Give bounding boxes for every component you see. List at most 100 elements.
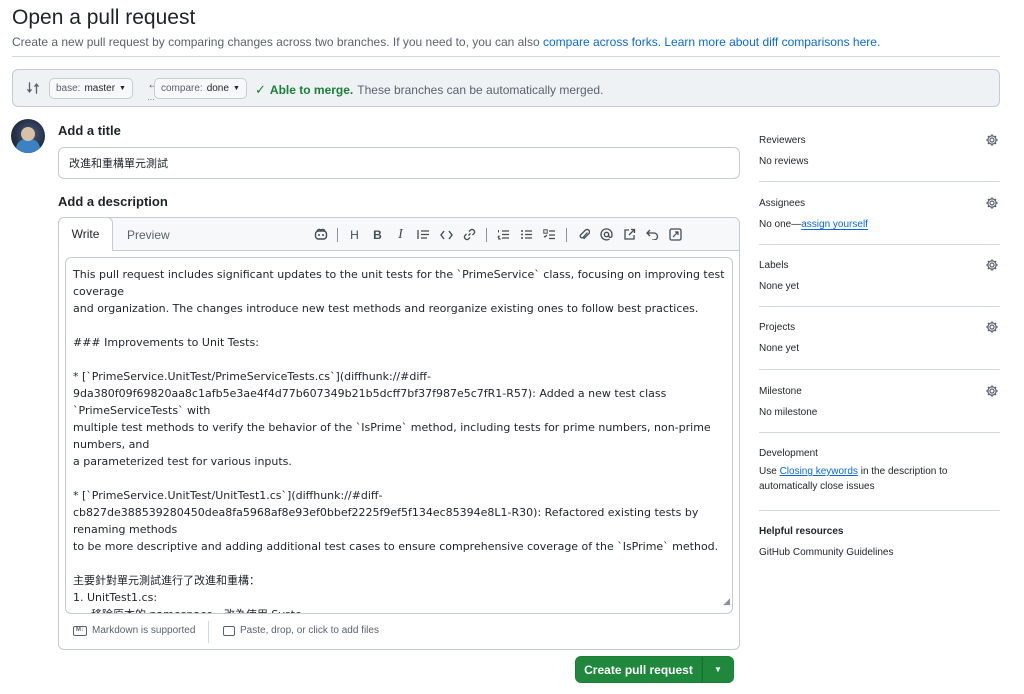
editor-footer: M↓ Markdown is supported Paste, drop, or… — [59, 618, 739, 648]
page-title: Open a pull request — [12, 6, 196, 29]
unordered-list-icon[interactable] — [515, 226, 538, 243]
description-line: - 移除原本的 namespace，改為使用 Syste — [73, 606, 725, 613]
reviewers-label[interactable]: Reviewers — [759, 135, 806, 146]
create-options-dropdown[interactable]: ▼ — [702, 656, 734, 683]
git-compare-icon — [27, 82, 39, 94]
quote-icon[interactable] — [412, 226, 435, 243]
tab-write[interactable]: Write — [58, 217, 113, 251]
sidebar-divider — [759, 306, 1000, 307]
create-pull-request-button[interactable]: Create pull request — [575, 656, 702, 683]
description-line: and organization. The changes introduce … — [73, 302, 699, 315]
markdown-supported-label: Markdown is supported — [92, 625, 196, 636]
markdown-toolbar: H B I — [309, 226, 687, 243]
closing-keywords-link[interactable]: Closing keywords — [780, 466, 858, 477]
resize-handle-icon[interactable]: ◢ — [723, 594, 730, 611]
description-line — [73, 317, 725, 334]
sidebar-divider — [759, 432, 1000, 433]
projects-label[interactable]: Projects — [759, 322, 795, 333]
description-line: * [`PrimeService.UnitTest/PrimeServiceTe… — [73, 370, 431, 383]
learn-more-link[interactable]: Learn more about diff comparisons here. — [664, 35, 880, 49]
description-line: This pull request includes significant u… — [73, 268, 729, 298]
mention-icon[interactable] — [595, 226, 618, 243]
gear-icon[interactable] — [985, 133, 999, 147]
avatar[interactable] — [11, 119, 45, 153]
toolbar-divider — [486, 227, 487, 242]
description-textarea[interactable]: This pull request includes significant u… — [65, 257, 733, 614]
description-line: to be more descriptive and adding additi… — [73, 540, 719, 553]
milestone-label[interactable]: Milestone — [759, 386, 802, 397]
copilot-icon[interactable] — [309, 226, 332, 243]
gear-icon[interactable] — [985, 196, 999, 210]
gear-icon[interactable] — [985, 384, 999, 398]
sidebar-divider — [759, 181, 1000, 182]
undo-icon[interactable] — [641, 226, 664, 243]
gear-icon[interactable] — [985, 320, 999, 334]
reviewers-value: No reviews — [759, 156, 809, 167]
compare-branch-select[interactable]: compare: done ▼ — [154, 78, 247, 99]
description-label: Add a description — [58, 194, 168, 209]
tab-preview[interactable]: Preview — [127, 218, 170, 251]
chevron-down-icon: ▼ — [119, 85, 126, 92]
task-list-icon[interactable] — [538, 226, 561, 243]
description-line: multiple test methods to verify the beha… — [73, 421, 715, 451]
description-line — [73, 555, 725, 572]
assignees-label[interactable]: Assignees — [759, 198, 805, 209]
labels-label[interactable]: Labels — [759, 260, 788, 271]
community-guidelines-link[interactable]: GitHub Community Guidelines — [759, 547, 894, 558]
merge-status-text: These branches can be automatically merg… — [357, 83, 604, 97]
assign-yourself-link[interactable]: assign yourself — [801, 219, 868, 230]
development-prefix: Use — [759, 466, 780, 477]
base-branch-name: master — [84, 83, 116, 94]
description-line: cb827de388539280450dea8fa5968af8e93ef0bb… — [73, 506, 702, 536]
compare-forks-link[interactable]: compare across forks. — [543, 35, 661, 49]
italic-button[interactable]: I — [389, 226, 412, 243]
description-line: ### Improvements to Unit Tests: — [73, 336, 259, 349]
milestone-value: No milestone — [759, 407, 818, 418]
heading-button[interactable]: H — [343, 226, 366, 243]
link-icon[interactable] — [458, 226, 481, 243]
header-divider — [12, 56, 1000, 57]
add-files-label: Paste, drop, or click to add files — [240, 625, 379, 636]
description-editor: Write Preview H B I This pull request in… — [58, 217, 740, 650]
helpful-resources-label: Helpful resources — [759, 526, 844, 537]
projects-value: None yet — [759, 343, 800, 354]
title-label: Add a title — [58, 123, 121, 138]
description-line: a parameterized test for various inputs. — [73, 455, 292, 468]
footer-divider — [208, 621, 209, 643]
compare-branch-name: done — [206, 83, 229, 94]
development-label: Development — [759, 448, 818, 459]
base-branch-select[interactable]: base: master ▼ — [49, 78, 133, 99]
code-icon[interactable] — [435, 226, 458, 243]
description-line: 1. UnitTest1.cs: — [73, 591, 158, 604]
check-icon: ✓ — [255, 82, 266, 97]
title-input[interactable]: 改進和重構單元測試 — [58, 147, 740, 179]
chevron-down-icon: ▼ — [232, 85, 240, 92]
assignees-none-text: No one— — [759, 219, 802, 230]
development-text: Use Closing keywords in the description … — [759, 464, 999, 494]
toolbar-divider — [566, 227, 567, 242]
base-prefix: base: — [56, 83, 81, 94]
compare-prefix: compare: — [161, 83, 203, 94]
editor-tabs: Write Preview H B I — [58, 217, 739, 251]
chevron-down-icon: ▼ — [714, 665, 722, 674]
paperclip-icon[interactable] — [572, 226, 595, 243]
sidebar-divider — [759, 369, 1000, 370]
gear-icon[interactable] — [985, 258, 999, 272]
description-line — [73, 470, 725, 487]
markdown-supported-link[interactable]: M↓ Markdown is supported — [73, 625, 195, 636]
merge-status: ✓ Able to merge. These branches can be a… — [255, 82, 603, 98]
markdown-icon: M↓ — [73, 625, 87, 636]
reference-icon[interactable] — [618, 226, 641, 243]
description-line: * [`PrimeService.UnitTest/UnitTest1.cs`]… — [73, 489, 383, 502]
ordered-list-icon[interactable] — [492, 226, 515, 243]
description-line: 9da380f09f69820aa8c1afb5e3ae4f4d77b60734… — [73, 387, 670, 417]
assignees-value: No one—assign yourself — [759, 219, 868, 230]
bold-button[interactable]: B — [366, 226, 389, 243]
fullscreen-icon[interactable] — [664, 226, 687, 243]
avatar-body — [16, 139, 40, 153]
add-files-button[interactable]: Paste, drop, or click to add files — [223, 625, 379, 636]
description-line: 主要針對單元測試進行了改進和重構： — [73, 574, 260, 587]
labels-value: None yet — [759, 281, 800, 292]
sidebar-divider — [759, 244, 1000, 245]
toolbar-divider — [337, 227, 338, 242]
